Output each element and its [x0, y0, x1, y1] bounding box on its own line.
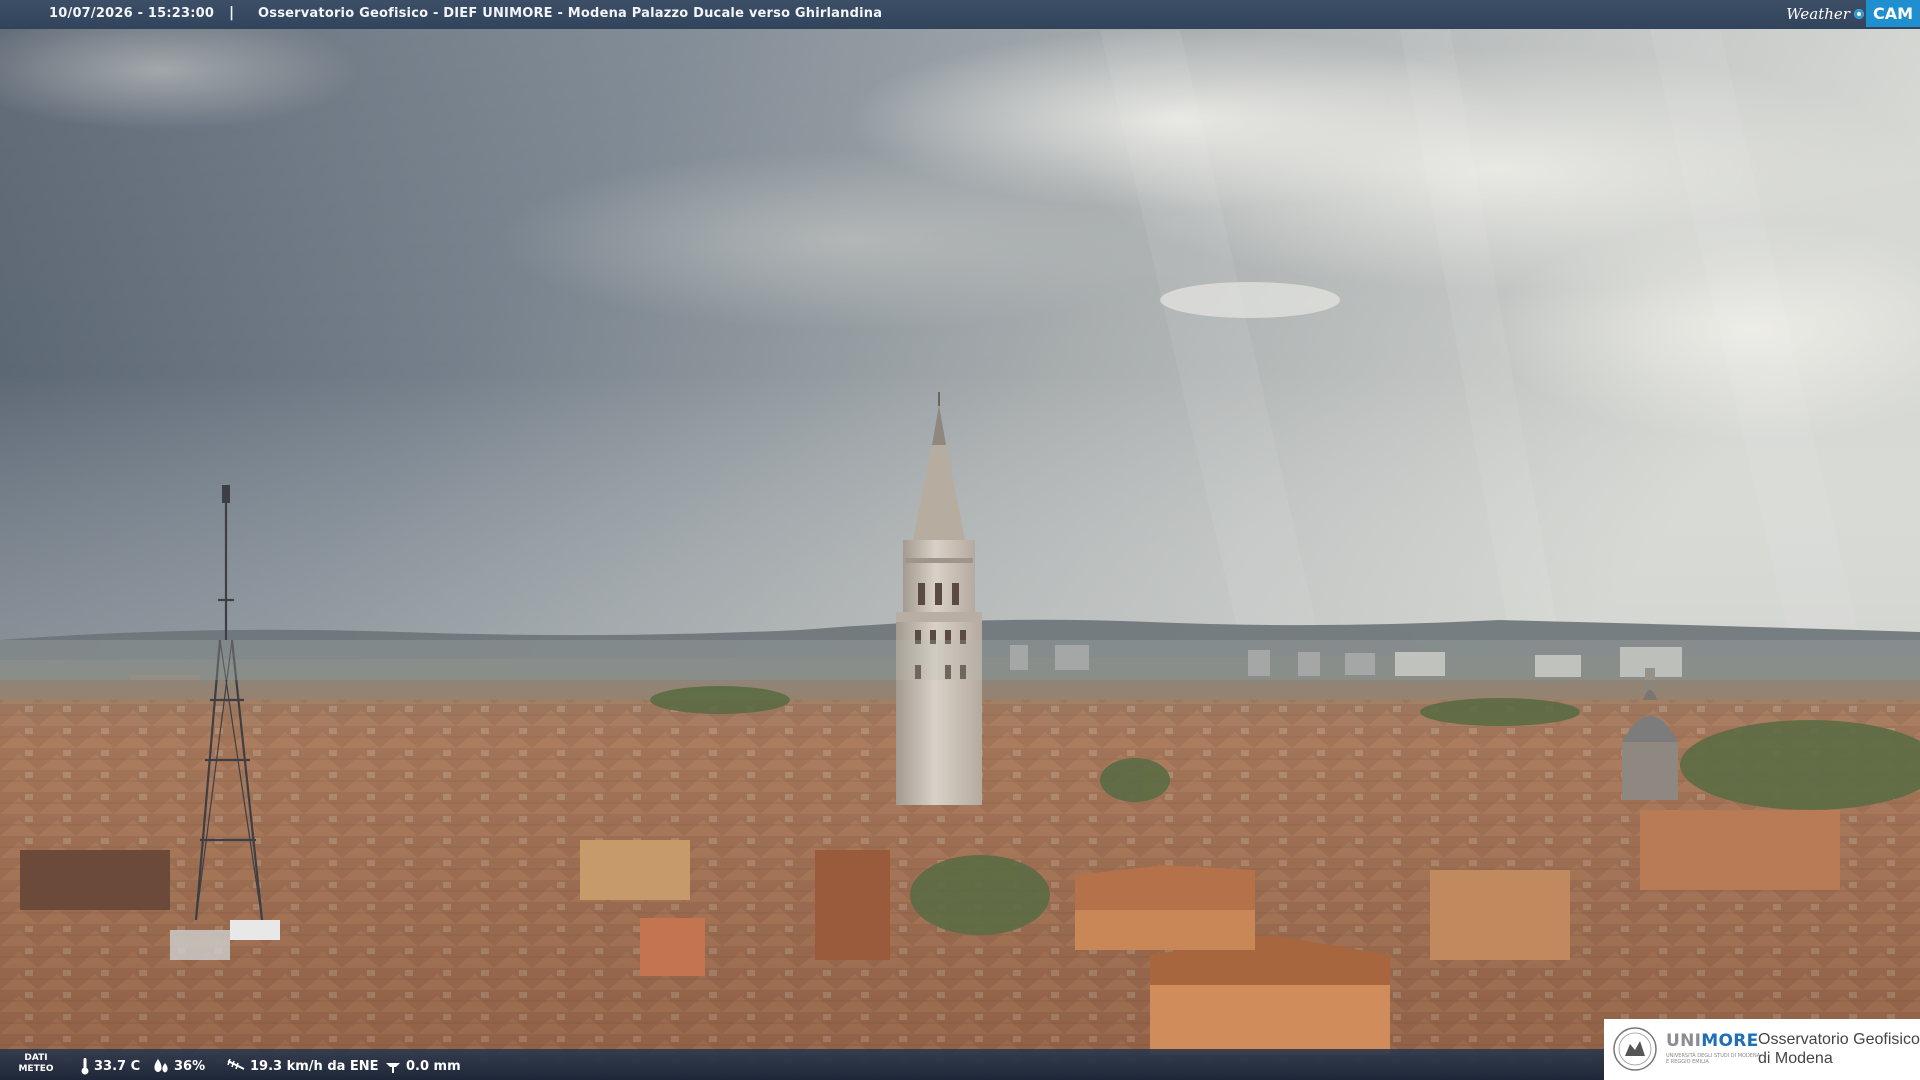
temperature-readout: 33.7 C	[80, 1057, 140, 1075]
observatory-name: Osservatorio Geofisico di Modena	[1758, 1031, 1920, 1067]
humidity-readout: 36%	[152, 1057, 205, 1075]
caption-separator: |	[229, 5, 235, 21]
humidity-drops-icon	[154, 1059, 168, 1073]
weather-data-strip: DATI METEO 33.7 C 36% 19.3 km/h da ENE 0…	[0, 1049, 1610, 1080]
rain-gauge-icon	[386, 1063, 400, 1073]
city-panorama-photo	[0, 0, 1920, 1080]
weathercam-logo: Weather CAM	[1786, 0, 1920, 27]
rain-value: 0.0 mm	[406, 1058, 461, 1074]
weather-label: DATI METEO	[18, 1053, 54, 1074]
camera-title: Osservatorio Geofisico - DIEF UNIMORE - …	[258, 6, 883, 21]
wind-icon	[227, 1058, 245, 1070]
caption-bar: 10/07/2026 - 15:23:00 | Osservatorio Geo…	[0, 0, 1920, 29]
unimore-seal-icon	[1613, 1027, 1657, 1071]
wind-readout: 19.3 km/h da ENE	[226, 1057, 379, 1075]
logo-dot-icon	[1853, 8, 1864, 19]
thermometer-icon	[81, 1058, 89, 1075]
humidity-value: 36%	[174, 1058, 206, 1074]
logo-cam-text: CAM	[1865, 0, 1920, 27]
unimore-subtitle: UNIVERSITÀ DEGLI STUDI DI MODENA E REGGI…	[1666, 1053, 1761, 1065]
wind-value: 19.3 km/h da ENE	[250, 1058, 379, 1074]
unimore-wordmark: UNIMORE	[1666, 1031, 1759, 1051]
temperature-value: 33.7 C	[94, 1058, 141, 1074]
logo-weather-text: Weather	[1786, 4, 1850, 23]
timestamp: 10/07/2026 - 15:23:00	[49, 6, 215, 21]
unimore-badge: UNIMORE UNIVERSITÀ DEGLI STUDI DI MODENA…	[1604, 1019, 1920, 1080]
webcam-frame: 10/07/2026 - 15:23:00 | Osservatorio Geo…	[0, 0, 1920, 1080]
rain-readout: 0.0 mm	[384, 1057, 461, 1075]
